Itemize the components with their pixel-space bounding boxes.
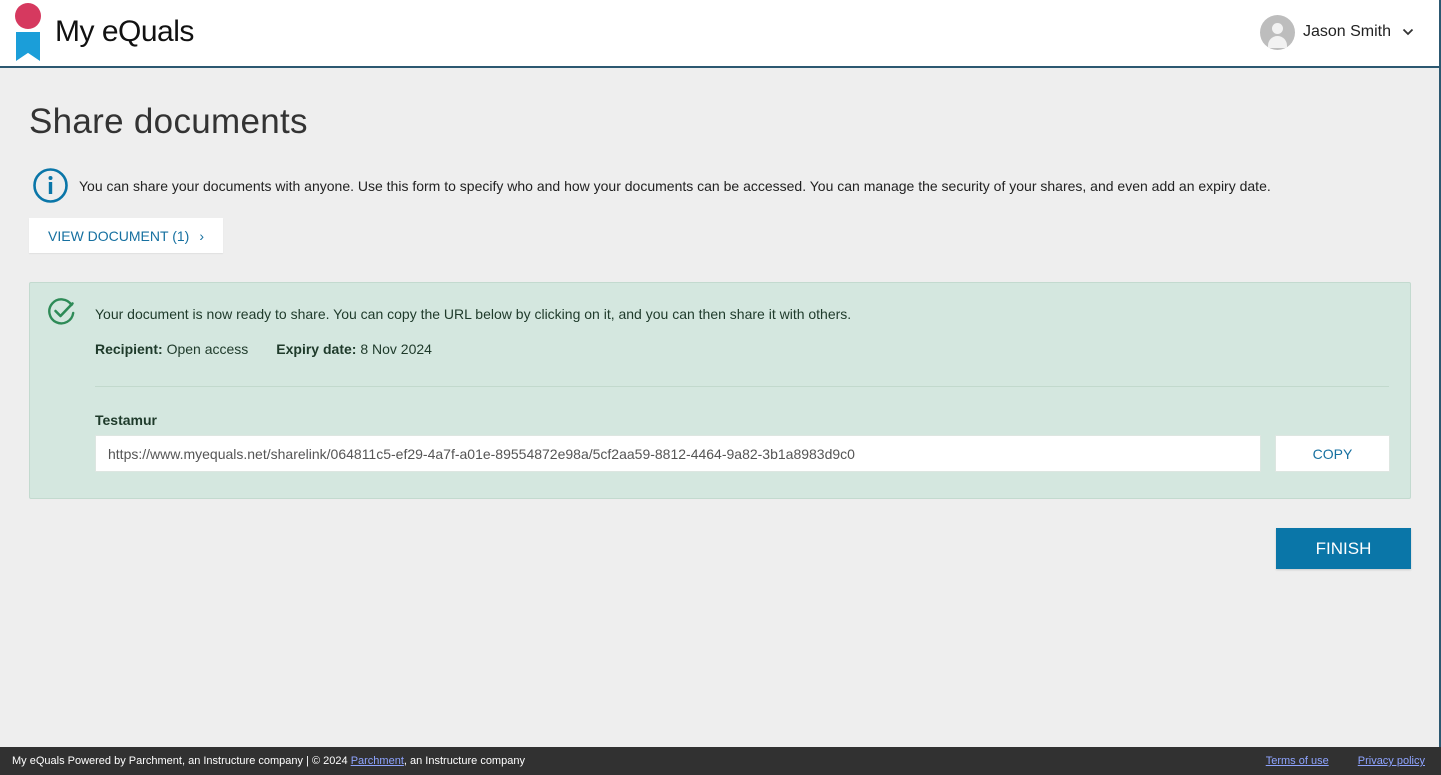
top-bar: My eQuals Jason Smith — [0, 0, 1441, 68]
info-icon — [33, 168, 68, 203]
user-avatar-icon[interactable] — [1259, 14, 1295, 50]
avatar-body — [1267, 35, 1287, 48]
user-name[interactable]: Jason Smith — [1303, 23, 1391, 41]
footer-text-prefix: My eQuals Powered by Parchment, an Instr… — [12, 755, 351, 767]
privacy-policy-link[interactable]: Privacy policy — [1358, 755, 1425, 767]
share-url-field[interactable] — [95, 435, 1261, 472]
footer: My eQuals Powered by Parchment, an Instr… — [0, 747, 1441, 775]
avatar-head — [1271, 22, 1283, 34]
my-equals-logo[interactable] — [14, 3, 44, 63]
check-circle-icon — [48, 298, 75, 325]
footer-text-suffix: , an Instructure company — [403, 755, 525, 767]
chevron-right-icon: › — [199, 227, 204, 244]
expiry-label: Expiry date: — [276, 341, 357, 357]
user-menu[interactable]: Jason Smith — [1259, 14, 1415, 50]
terms-of-use-link[interactable]: Terms of use — [1266, 755, 1329, 767]
recipient-info: Recipient: Open access — [95, 341, 248, 357]
footer-links: Terms of use Privacy policy — [1266, 755, 1425, 767]
expiry-info: Expiry date: 8 Nov 2024 — [276, 341, 432, 357]
chevron-down-icon[interactable] — [1401, 25, 1415, 39]
expiry-value: 8 Nov 2024 — [360, 341, 432, 357]
brand-name[interactable]: My eQuals — [55, 15, 194, 49]
view-document-label: VIEW DOCUMENT (1) — [48, 227, 190, 244]
logo-flag — [16, 32, 40, 61]
share-ready-message: Your document is now ready to share. You… — [95, 306, 852, 322]
share-meta: Recipient: Open access Expiry date: 8 No… — [95, 341, 432, 357]
share-success-panel: Your document is now ready to share. You… — [29, 282, 1411, 499]
parchment-link[interactable]: Parchment — [351, 755, 404, 767]
recipient-value: Open access — [166, 341, 249, 357]
footer-copyright: My eQuals Powered by Parchment, an Instr… — [12, 755, 525, 767]
panel-divider — [95, 386, 1389, 387]
info-banner: You can share your documents with anyone… — [32, 167, 1271, 204]
copy-button[interactable]: COPY — [1275, 435, 1390, 472]
view-document-button[interactable]: VIEW DOCUMENT (1) › — [29, 218, 223, 253]
info-text: You can share your documents with anyone… — [79, 177, 1271, 194]
document-name: Testamur — [95, 412, 157, 428]
logo-dot — [15, 3, 41, 29]
page-title: Share documents — [29, 102, 308, 141]
recipient-label: Recipient: — [95, 341, 163, 357]
finish-button[interactable]: FINISH — [1276, 528, 1411, 569]
